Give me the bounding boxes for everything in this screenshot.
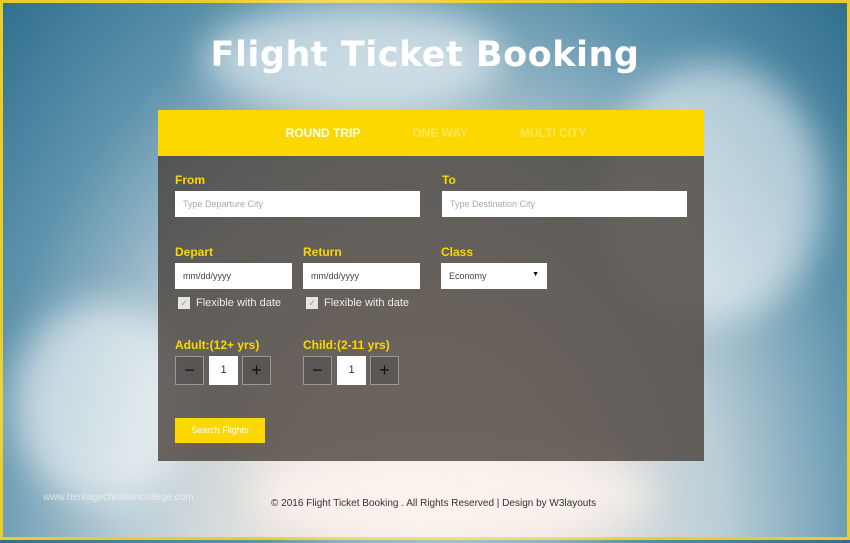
depart-label: Depart (175, 245, 214, 259)
from-input[interactable]: Type Departure City (175, 191, 420, 217)
flexible-label: Flexible with date (324, 297, 409, 309)
adult-count[interactable]: 1 (209, 356, 238, 385)
tab-one-way[interactable]: ONE WAY (412, 126, 468, 140)
class-value: Economy (449, 271, 487, 281)
class-label: Class (441, 245, 474, 259)
footer-text: © 2016 Flight Ticket Booking . All Right… (271, 498, 597, 509)
return-label: Return (303, 245, 342, 259)
flexible-label: Flexible with date (196, 297, 281, 309)
adult-minus-button[interactable]: − (175, 356, 204, 385)
watermark: www.heritagechristiancollege.com (43, 492, 194, 503)
checkbox-icon: ✓ (306, 297, 318, 309)
adult-label: Adult:(12+ yrs) (175, 338, 260, 352)
booking-panel: ROUND TRIP ONE WAY MULTI CITY From Type … (158, 110, 704, 461)
child-plus-button[interactable]: + (370, 356, 399, 385)
dropdown-arrow-icon: ▼ (532, 271, 539, 278)
return-date-input[interactable]: mm/dd/yyyy (303, 263, 420, 289)
page-title: Flight Ticket Booking (210, 35, 640, 75)
to-input[interactable]: Type Destination City (442, 191, 687, 217)
child-label: Child:(2-11 yrs) (303, 338, 390, 352)
class-select[interactable]: Economy ▼ (441, 263, 547, 289)
trip-tabs: ROUND TRIP ONE WAY MULTI CITY (158, 110, 704, 156)
tab-round-trip[interactable]: ROUND TRIP (286, 126, 361, 140)
depart-date-input[interactable]: mm/dd/yyyy (175, 263, 292, 289)
to-label: To (442, 173, 456, 187)
return-flexible-checkbox[interactable]: ✓ Flexible with date (306, 297, 409, 309)
tab-multi-city[interactable]: MULTI CITY (520, 126, 586, 140)
child-minus-button[interactable]: − (303, 356, 332, 385)
from-label: From (175, 173, 205, 187)
checkbox-icon: ✓ (178, 297, 190, 309)
depart-flexible-checkbox[interactable]: ✓ Flexible with date (178, 297, 281, 309)
child-count[interactable]: 1 (337, 356, 366, 385)
adult-plus-button[interactable]: + (242, 356, 271, 385)
search-flights-button[interactable]: Search Flights (175, 418, 265, 443)
